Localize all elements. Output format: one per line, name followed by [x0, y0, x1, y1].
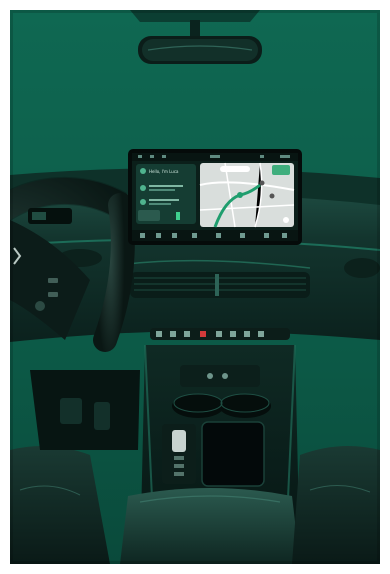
search-pill: [220, 166, 250, 172]
console-buttons: [180, 365, 260, 387]
infotainment-screen: Hello, I'm Luca: [128, 149, 302, 245]
photo-frame: Hello, I'm Luca: [10, 10, 380, 564]
driver-footwell: [30, 370, 140, 450]
air-vents: [130, 272, 310, 298]
assistant-icon: [140, 168, 146, 174]
car-interior-photo: Hello, I'm Luca: [10, 10, 380, 564]
accelerator-pedal: [94, 402, 110, 430]
passenger-seat: [292, 446, 380, 564]
vehicle-thumbnail: [138, 210, 160, 221]
armrest: [120, 488, 300, 564]
assistant-greeting: Hello, I'm Luca: [149, 169, 179, 174]
nav-button: [272, 165, 290, 175]
brake-pedal: [60, 398, 82, 424]
phone-icon: [140, 199, 146, 205]
right-vent: [344, 258, 380, 278]
route-icon: [140, 185, 146, 191]
compass-icon: [283, 217, 289, 223]
charging-pad: [201, 421, 265, 487]
gear-selector: [162, 424, 196, 484]
climate-button-row: [150, 328, 290, 340]
